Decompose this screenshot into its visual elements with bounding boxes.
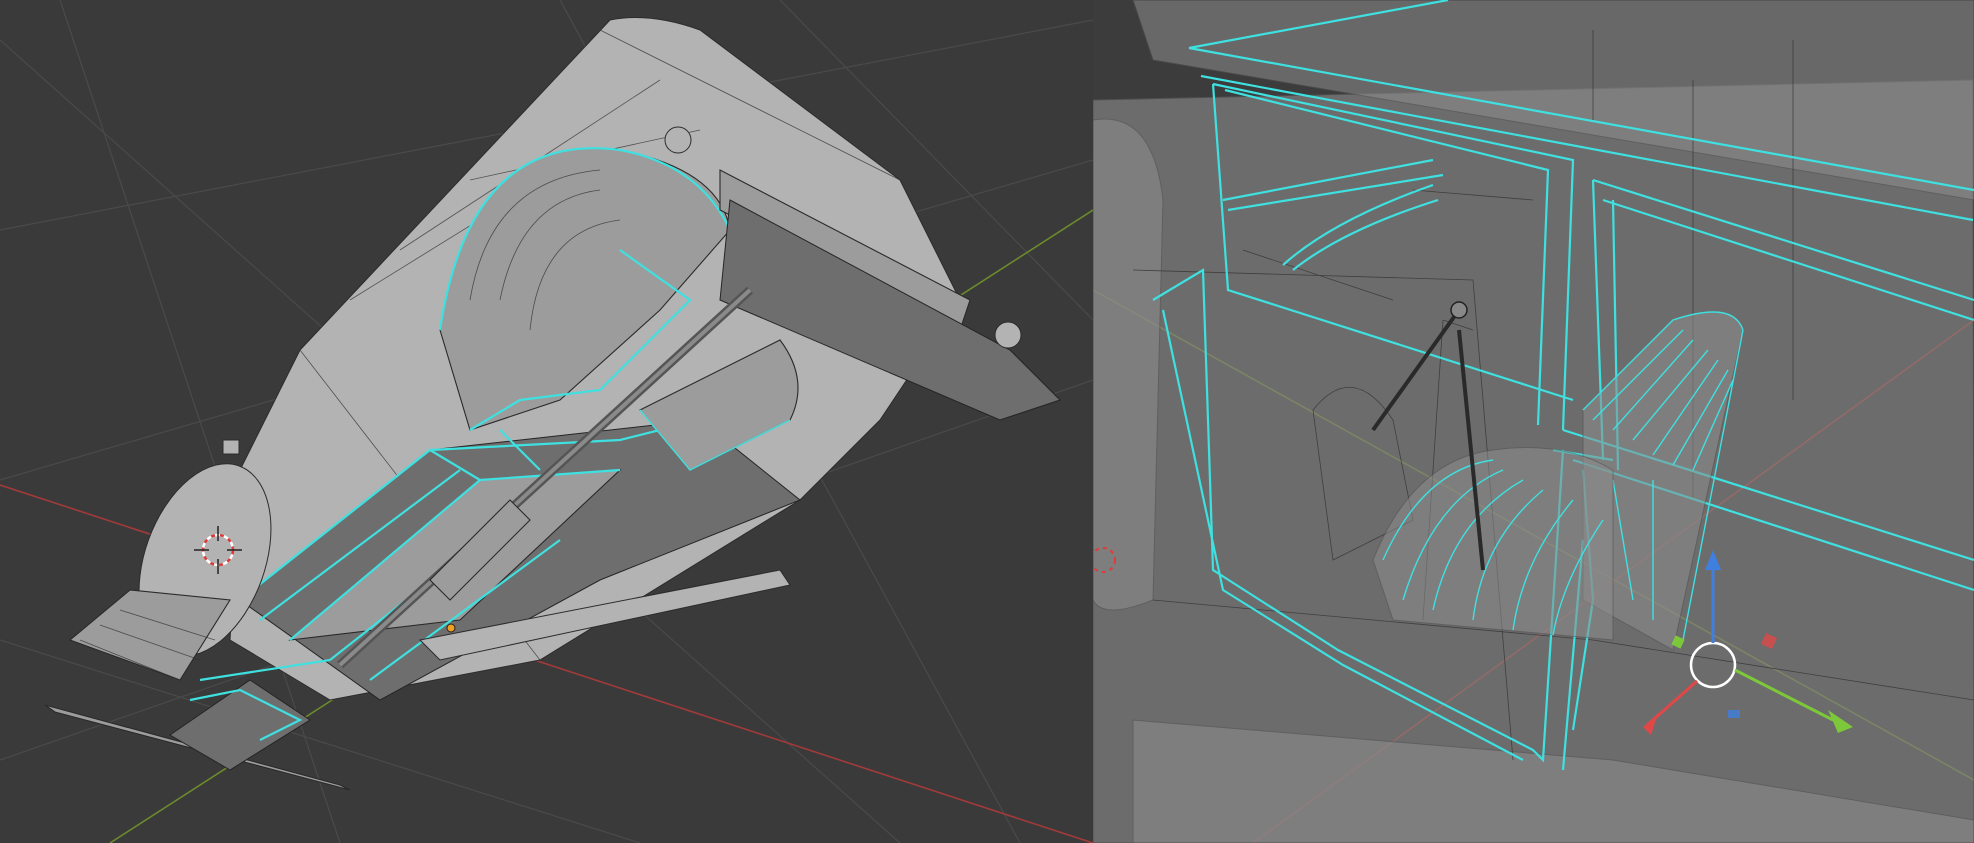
headlamp-right[interactable]	[994, 321, 1022, 349]
viewport-left-canvas[interactable]	[0, 0, 1093, 843]
headlamp-left[interactable]	[664, 126, 692, 154]
gear-knob[interactable]	[1450, 301, 1468, 319]
viewport-left[interactable]	[0, 0, 1093, 843]
origin-point-icon	[446, 623, 456, 633]
vehicle-model[interactable]	[44, 17, 1061, 791]
rear-light[interactable]	[222, 439, 240, 455]
rear-fender[interactable]	[68, 589, 231, 681]
viewport-right[interactable]	[1093, 0, 1974, 843]
viewport-right-canvas[interactable]	[1093, 0, 1974, 843]
rear-wheel-ghost	[1093, 118, 1164, 611]
